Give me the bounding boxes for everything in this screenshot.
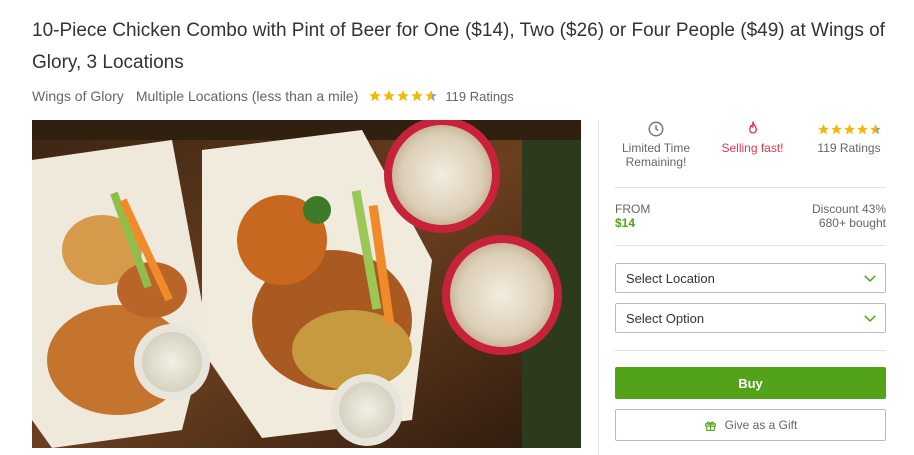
chevron-down-icon bbox=[864, 275, 876, 283]
star-icon bbox=[411, 90, 424, 102]
limited-time-line2: Remaining! bbox=[625, 155, 687, 169]
divider bbox=[615, 245, 886, 246]
star-half-icon bbox=[869, 123, 881, 134]
panel-rating-stars bbox=[804, 118, 894, 140]
select-location-dropdown[interactable]: Select Location bbox=[615, 263, 886, 293]
deal-meta: Wings of Glory Multiple Locations (less … bbox=[32, 85, 514, 107]
discount-text: Discount 43% bbox=[811, 202, 886, 216]
deal-photo[interactable] bbox=[32, 120, 581, 448]
star-icon bbox=[817, 123, 829, 134]
star-icon bbox=[397, 90, 410, 102]
ratings-info: 119 Ratings bbox=[804, 118, 894, 178]
merchant-name[interactable]: Wings of Glory bbox=[32, 88, 124, 104]
divider bbox=[615, 187, 886, 188]
price-left: FROM $14 bbox=[615, 202, 650, 230]
limited-time-line1: Limited Time bbox=[621, 141, 691, 155]
chevron-down-icon bbox=[864, 315, 876, 323]
gift-icon bbox=[704, 421, 716, 431]
select-option-label: Select Option bbox=[626, 310, 705, 326]
bought-count: 680+ bought bbox=[818, 216, 886, 230]
selling-fast-text: Selling fast! bbox=[721, 141, 784, 155]
select-option-dropdown[interactable]: Select Option bbox=[615, 303, 886, 333]
deal-highlights: Limited Time Remaining! Selling fast! 11… bbox=[615, 118, 886, 178]
star-half-icon bbox=[425, 90, 438, 102]
star-icon bbox=[830, 123, 842, 134]
panel-ratings-count[interactable]: 119 Ratings bbox=[804, 141, 894, 155]
star-icon bbox=[383, 90, 396, 102]
food-photo-illustration bbox=[32, 120, 581, 448]
deal-title: 10-Piece Chicken Combo with Pint of Beer… bbox=[32, 20, 885, 73]
price-value: $14 bbox=[615, 216, 636, 230]
star-icon bbox=[843, 123, 855, 134]
select-location-label: Select Location bbox=[626, 270, 715, 286]
from-label: FROM bbox=[615, 202, 651, 216]
purchase-panel: Limited Time Remaining! Selling fast! 11… bbox=[615, 118, 886, 178]
star-icon bbox=[369, 90, 382, 102]
ratings-count[interactable]: 119 Ratings bbox=[445, 89, 513, 104]
locations-link[interactable]: Multiple Locations (less than a mile) bbox=[136, 88, 359, 104]
panel-divider bbox=[598, 120, 599, 455]
price-right: Discount 43% 680+ bought bbox=[812, 202, 886, 230]
buy-button[interactable]: Buy bbox=[615, 367, 886, 399]
selling-fast-info: Selling fast! bbox=[708, 118, 798, 178]
rating-stars bbox=[368, 89, 438, 103]
limited-time-info: Limited Time Remaining! bbox=[611, 118, 701, 178]
divider bbox=[615, 350, 886, 351]
gift-label: Give as a Gift bbox=[724, 418, 798, 432]
star-icon bbox=[856, 123, 868, 134]
flame-icon bbox=[748, 120, 757, 134]
give-as-gift-button[interactable]: Give as a Gift bbox=[615, 409, 886, 441]
clock-icon bbox=[648, 121, 664, 137]
